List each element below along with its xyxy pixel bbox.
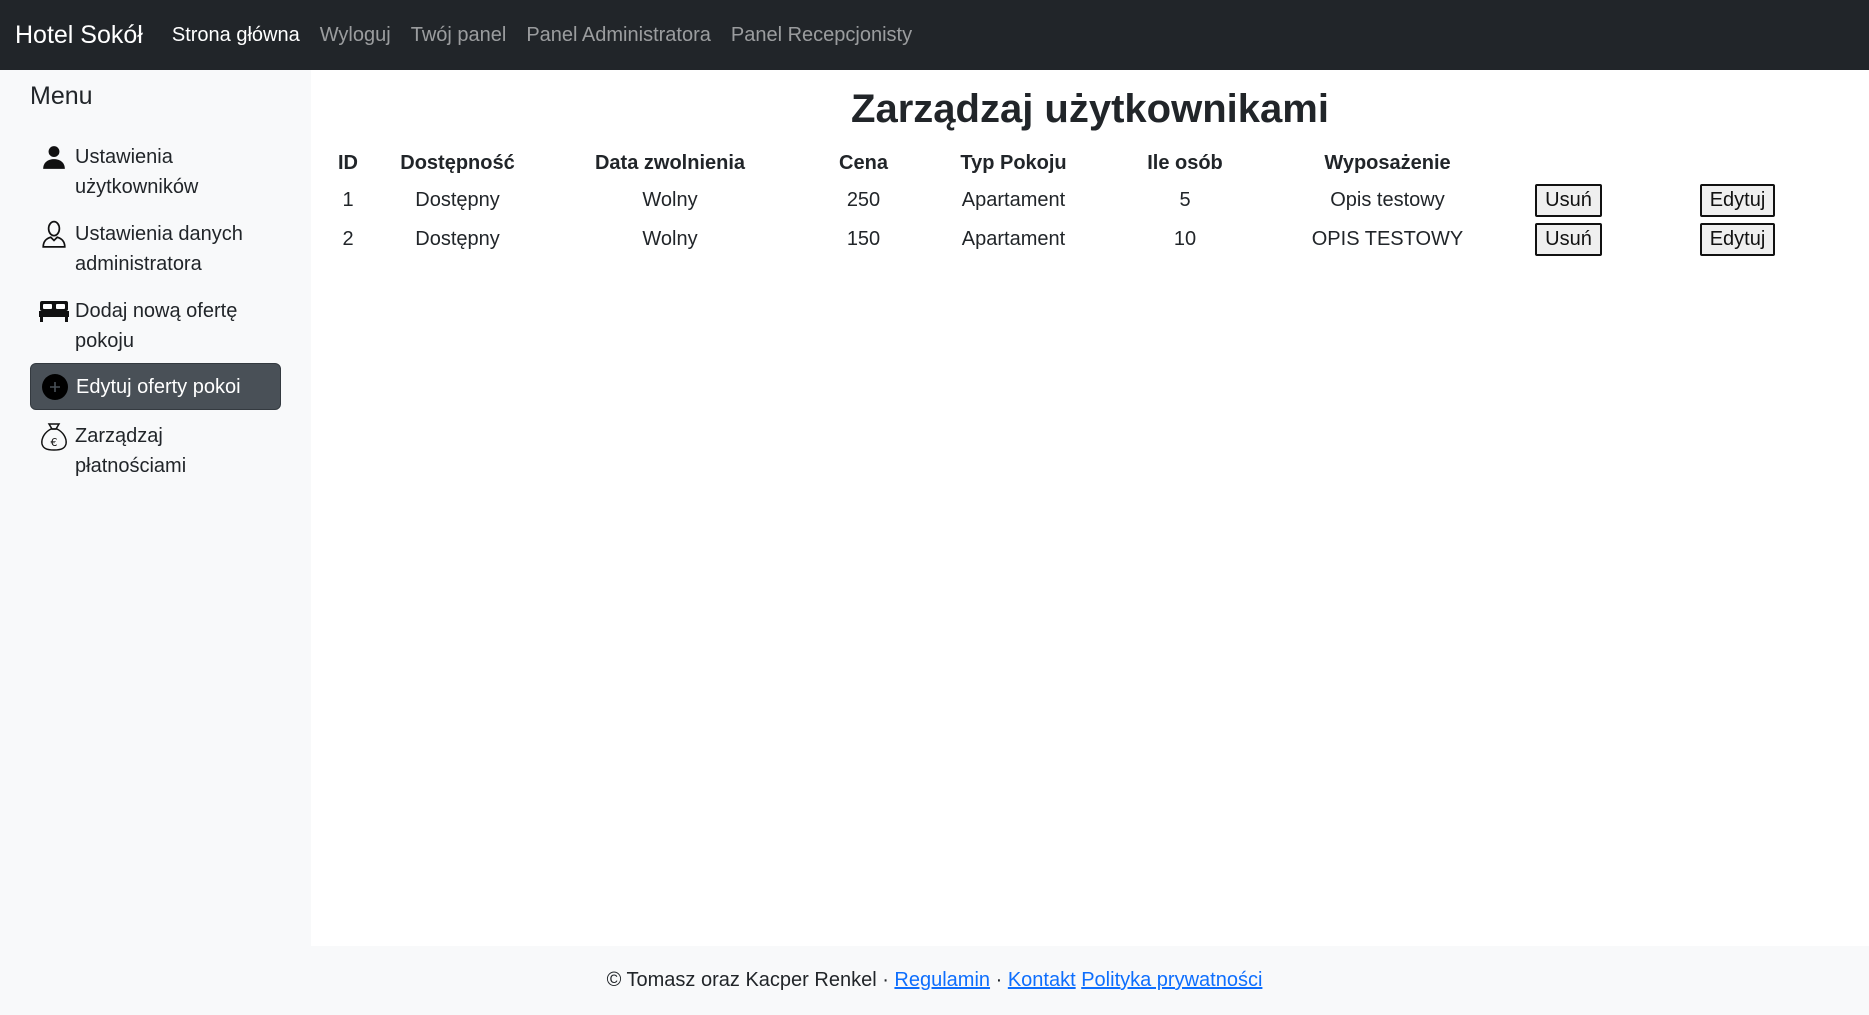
user-outline-icon (39, 219, 69, 249)
cell-release-date: Wolny (642, 228, 698, 250)
column-header-release-date: Data zwolnienia (594, 151, 746, 174)
column-header-delete (1503, 145, 1634, 181)
column-header-id: ID (338, 151, 358, 174)
sidebar-item-add-room-offer[interactable]: Dodaj nową ofertę pokoju (30, 296, 281, 356)
nav-link-home[interactable]: Strona główna (172, 24, 300, 47)
edit-button[interactable]: Edytuj (1699, 223, 1776, 256)
table-row: 1 Dostępny Wolny 250 Apartament 5 Opis t… (323, 181, 1841, 220)
footer: © Tomasz oraz Kacper Renkel · Regulamin … (0, 946, 1869, 1015)
footer-link-kontakt[interactable]: Kontakt (1008, 969, 1076, 992)
cell-room-type: Apartament (961, 189, 1066, 211)
sidebar-item-label: Ustawienia użytkowników (75, 146, 199, 198)
cell-availability: Dostępny (415, 189, 500, 211)
cell-persons: 5 (1179, 189, 1191, 211)
nav-link-logout[interactable]: Wyloguj (320, 24, 391, 47)
cell-price: 250 (846, 189, 881, 211)
top-navbar: Hotel Sokół Strona główna Wyloguj Twój p… (0, 0, 1869, 70)
page-title: Zarządzaj użytkownikami (851, 87, 1329, 131)
cell-delete: Usuń (1503, 181, 1634, 220)
sidebar-item-payments[interactable]: € Zarządzaj płatnościami (30, 421, 281, 481)
edit-button[interactable]: Edytuj (1699, 184, 1776, 217)
sidebar-title: Menu (30, 82, 93, 110)
money-bag-icon: € (39, 421, 69, 451)
column-header-equipment: Wyposażenie (1324, 151, 1451, 174)
sidebar: Menu Ustawienia użytkowników Ustawienia … (0, 70, 311, 946)
cell-availability: Dostępny (415, 228, 500, 250)
column-header-room-type: Typ Pokoju (960, 151, 1067, 174)
cell-delete: Usuń (1503, 220, 1634, 259)
footer-copyright: © Tomasz oraz Kacper Renkel · (606, 969, 889, 991)
footer-link-regulamin[interactable]: Regulamin (894, 969, 990, 992)
table-row: 2 Dostępny Wolny 150 Apartament 10 OPIS … (323, 220, 1841, 259)
table-header-row: ID Dostępność Data zwolnienia Cena Typ P… (323, 145, 1841, 181)
column-header-persons: Ile osób (1147, 151, 1223, 174)
plus-circle-icon (40, 372, 70, 402)
sidebar-item-label: Dodaj nową ofertę pokoju (75, 300, 238, 352)
cell-price: 150 (846, 228, 881, 250)
footer-link-privacy[interactable]: Polityka prywatności (1081, 969, 1262, 992)
footer-separator: · (995, 969, 1003, 991)
bed-icon (39, 296, 69, 326)
cell-equipment: Opis testowy (1330, 189, 1445, 211)
cell-edit: Edytuj (1634, 181, 1841, 220)
rooms-table: ID Dostępność Data zwolnienia Cena Typ P… (323, 145, 1841, 259)
cell-room-type: Apartament (961, 228, 1066, 250)
delete-button[interactable]: Usuń (1535, 184, 1602, 217)
cell-id: 2 (342, 228, 354, 250)
cell-persons: 10 (1173, 228, 1197, 250)
sidebar-item-edit-room-offers[interactable]: Edytuj oferty pokoi (30, 363, 281, 410)
user-icon (39, 142, 69, 172)
column-header-price: Cena (839, 151, 888, 174)
cell-release-date: Wolny (642, 189, 698, 211)
sidebar-item-label: Edytuj oferty pokoi (76, 375, 241, 398)
cell-edit: Edytuj (1634, 220, 1841, 259)
main-content: Zarządzaj użytkownikami ID Dostępność Da… (311, 70, 1869, 946)
cell-equipment: OPIS TESTOWY (1311, 228, 1464, 250)
cell-id: 1 (342, 189, 354, 211)
nav-link-reception-panel[interactable]: Panel Recepcjonisty (731, 24, 912, 47)
column-header-edit (1634, 145, 1841, 181)
sidebar-item-user-settings[interactable]: Ustawienia użytkowników (30, 142, 281, 202)
brand-link[interactable]: Hotel Sokół (15, 21, 143, 50)
sidebar-item-admin-settings[interactable]: Ustawienia danych administratora (30, 219, 281, 279)
sidebar-item-label: Ustawienia danych administratora (75, 223, 243, 275)
nav-link-admin-panel[interactable]: Panel Administratora (526, 24, 711, 47)
delete-button[interactable]: Usuń (1535, 223, 1602, 256)
svg-text:€: € (51, 436, 58, 449)
column-header-availability: Dostępność (400, 151, 515, 174)
sidebar-item-label: Zarządzaj płatnościami (75, 425, 187, 477)
nav-link-my-panel[interactable]: Twój panel (411, 24, 507, 47)
